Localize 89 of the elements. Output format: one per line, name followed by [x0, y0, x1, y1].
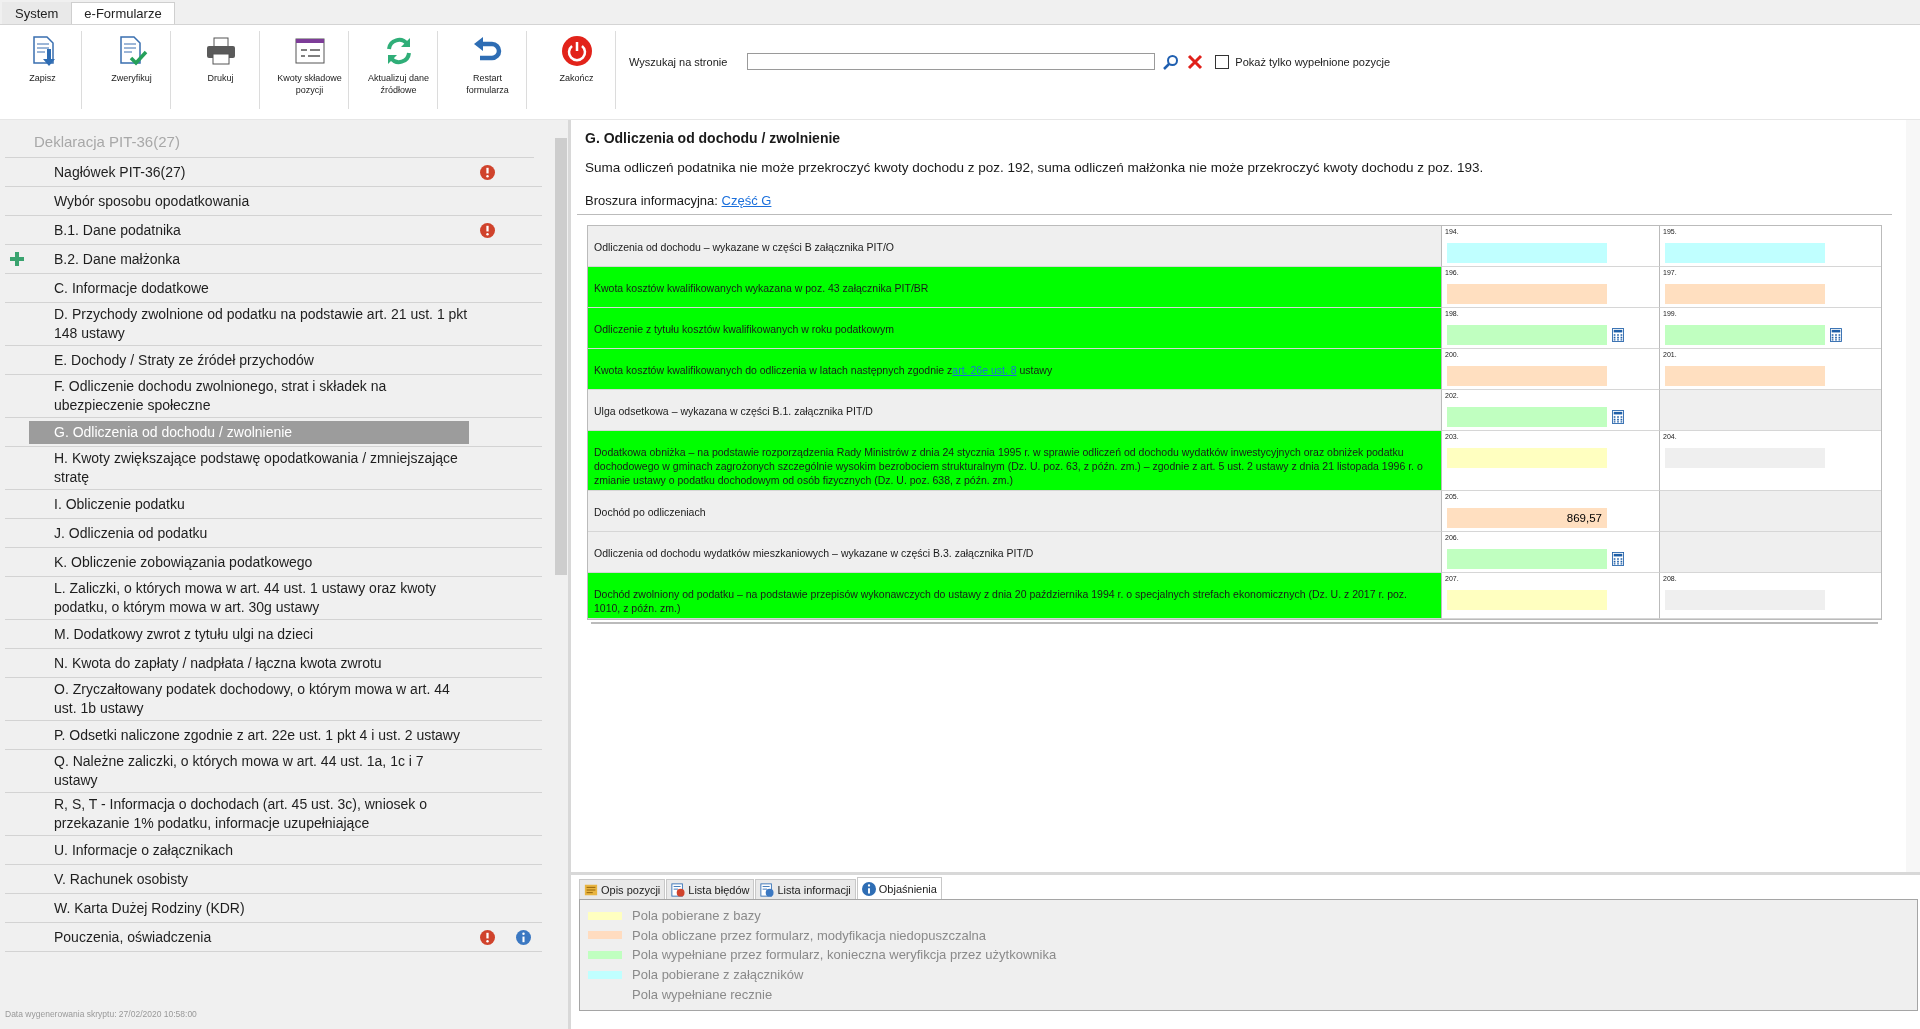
input-field[interactable]: [1447, 243, 1607, 263]
sidebar-item[interactable]: M. Dodatkowy zwrot z tytułu ulgi na dzieci: [29, 622, 469, 646]
sidebar-item[interactable]: F. Odliczenie dochodu zwolnionego, strat i składek na ubezpieczenie społeczne: [29, 375, 469, 417]
checkbox[interactable]: [1215, 54, 1230, 69]
scrollbar[interactable]: [1906, 120, 1920, 872]
input-field[interactable]: [1447, 549, 1607, 569]
legend-text: Pola obliczane przez formularz, modyfikacja niedopuszczalna: [632, 927, 987, 943]
search-field[interactable]: [747, 53, 1156, 70]
legend-text: Pola wypełniane przez formularz, konieczna weryfikcja przez użytkownika: [632, 947, 1057, 963]
window-form-icon: [293, 35, 326, 67]
input-field[interactable]: [1447, 366, 1607, 386]
field-label: Odliczenie z tytułu kosztów kwalifikowanych w roku podatkowym: [588, 308, 1441, 349]
sidebar-title: Deklaracja PIT-36(27): [5, 124, 534, 158]
legend-text: Pola pobierane z bazy: [632, 908, 761, 924]
toolbar-button[interactable]: Zapisz: [4, 31, 82, 109]
info-icon: [861, 881, 876, 896]
brochure-label: Broszura informacyjna:: [585, 193, 718, 208]
toolbar-button[interactable]: Restart formularza: [449, 31, 527, 109]
input-field[interactable]: 869,57: [1447, 508, 1607, 528]
notes-icon: [584, 882, 598, 897]
sidebar-item[interactable]: N. Kwota do zapłaty / nadpłata / łączna kwota zwrotu: [29, 651, 469, 675]
sidebar-item[interactable]: W. Karta Dużej Rodziny (KDR): [29, 896, 469, 920]
sidebar-item[interactable]: Nagłówek PIT-36(27): [29, 160, 469, 184]
menu-tab[interactable]: System: [2, 2, 72, 24]
sidebar-item[interactable]: R, S, T - Informacja o dochodach (art. 45 ust. 3c), wniosek o przekazanie 1% podatku, informacje uzupełniające: [29, 793, 469, 835]
search-label: Wyszukaj na stronie: [629, 55, 728, 68]
input-field[interactable]: [1447, 325, 1607, 345]
calculator-icon[interactable]: [1612, 410, 1624, 424]
input-field[interactable]: [1665, 325, 1825, 345]
menu-tab[interactable]: e-Formularze: [71, 2, 175, 24]
toolbar-button[interactable]: Zakończ: [538, 31, 616, 109]
list-info-icon: [760, 882, 775, 897]
field-label: Dochód zwolniony od podatku – na podstawie przepisów wykonawczych do ustawy z dnia 20 października 1994 r. o specjalnych strefach ekonomicznych (Dz. U. z 2017 r. poz. 1010, z późn. zm.): [588, 573, 1441, 619]
sidebar-item[interactable]: Wybór sposobu opodatkowania: [29, 189, 469, 213]
field-label: Dodatkowa obniżka – na podstawie rozporządzenia Rady Ministrów z dnia 24 stycznia 1995 r. w sprawie odliczeń od dochodu wydatków inwestycyjnych oraz obniżek podatku dochodowego w gminach zagrożonych szczególnie wysokim bezrobociem strukturalnym (Dz. U. poz. 63, z późn. zm.) – zgodnie z art. 5 ust. 2 ustawy z dnia 21 listopada 1996 r. o zmianie ustawy o podatku dochodowym od osób fizycznych (Dz. U. poz. 638, z późn. zm.): [588, 431, 1441, 491]
input-field[interactable]: [1665, 284, 1825, 304]
sidebar-item[interactable]: O. Zryczałtowany podatek dochodowy, o którym mowa w art. 44 ust. 1b ustawy: [29, 678, 469, 720]
calculator-icon[interactable]: [1830, 328, 1842, 342]
input-field[interactable]: [1447, 448, 1607, 468]
toolbar-button[interactable]: Zweryfikuj: [93, 31, 171, 109]
field-label: Kwota kosztów kwalifikowanych do odliczenia w latach następnych zgodnie zart. 26e ust. 8 ustawy: [588, 349, 1441, 390]
field-label: Dochód po odliczeniach: [588, 491, 1441, 532]
legend-text: Pola wypełniane recznie: [632, 986, 773, 1002]
toolbar-button[interactable]: Aktualizuj dane źródłowe: [360, 31, 438, 109]
section-note: Suma odliczeń podatnika nie może przekroczyć kwoty dochodu z poz. 192, suma odliczeń małżonka nie może przekroczyć kwoty dochodu z poz. 193.: [584, 159, 1485, 175]
input-field[interactable]: [1665, 366, 1825, 386]
sidebar-item[interactable]: H. Kwoty zwiększające podstawę opodatkowania / zmniejszające stratę: [29, 447, 469, 489]
checkbox-label: Pokaż tylko wypełnione pozycje: [1235, 55, 1391, 68]
sidebar-item[interactable]: B.2. Dane małżonka: [29, 247, 469, 271]
toolbar-button[interactable]: Drukuj: [182, 31, 260, 109]
clear-icon[interactable]: [1187, 53, 1204, 70]
sidebar-item[interactable]: E. Dochody / Straty ze źródeł przychodów: [29, 348, 469, 372]
list-error-icon: [671, 882, 686, 897]
input-field[interactable]: [1447, 407, 1607, 427]
field-label: Ulga odsetkowa – wykazana w części B.1. załącznika PIT/D: [588, 390, 1441, 431]
input-field[interactable]: [1665, 243, 1825, 263]
sidebar-item[interactable]: K. Obliczenie zobowiązania podatkowego: [29, 550, 469, 574]
sidebar-item[interactable]: D. Przychody zwolnione od podatku na podstawie art. 21 ust. 1 pkt 148 ustawy: [29, 303, 469, 345]
sidebar-item[interactable]: Q. Należne zaliczki, o których mowa w art. 44 ust. 1a, 1c i 7 ustawy: [29, 750, 469, 792]
toolbar-button[interactable]: Kwoty składowe pozycji: [271, 31, 349, 109]
printer-icon: [204, 35, 237, 67]
sidebar-item[interactable]: C. Informacje dodatkowe: [29, 276, 469, 300]
plus-icon[interactable]: [10, 252, 24, 266]
sidebar-item[interactable]: U. Informacje o załącznikach: [29, 838, 469, 862]
input-field[interactable]: [1447, 284, 1607, 304]
calculator-icon[interactable]: [1612, 328, 1624, 342]
panel-tab[interactable]: Lista informacji: [755, 879, 856, 899]
panel-tab[interactable]: Lista błędów: [666, 879, 755, 899]
sidebar-item[interactable]: P. Odsetki naliczone zgodnie z art. 22e ust. 1 pkt 4 i ust. 2 ustawy: [29, 723, 469, 747]
legend-text: Pola pobierane z załączników: [632, 967, 804, 983]
field-label: Odliczenia od dochodu wydatków mieszkaniowych – wykazane w części B.3. załącznika PIT/D: [588, 532, 1441, 573]
brochure-link[interactable]: Część G: [721, 193, 772, 208]
generation-date: Data wygenerowania skryptu: 27/02/2020 10:58:00: [4, 1008, 198, 1021]
section-title: G. Odliczenia od dochodu / zwolnienie: [584, 130, 842, 146]
search-icon[interactable]: [1163, 53, 1180, 70]
panel-tab[interactable]: Objaśnienia: [856, 877, 942, 899]
panel-tab[interactable]: Opis pozycji: [579, 879, 666, 899]
sidebar-item[interactable]: J. Odliczenia od podatku: [29, 521, 469, 545]
sidebar-item[interactable]: L. Zaliczki, o których mowa w art. 44 ust. 1 ustawy oraz kwoty podatku, o którym mowa w art. 30g ustawy: [29, 577, 469, 619]
sidebar-item[interactable]: Pouczenia, oświadczenia: [29, 925, 469, 949]
input-field[interactable]: [1447, 590, 1607, 610]
article-link[interactable]: art. 26e ust. 8: [952, 364, 1017, 376]
field-label: Kwota kosztów kwalifikowanych wykazana w poz. 43 załącznika PIT/BR: [588, 267, 1441, 308]
power-icon: [560, 35, 593, 67]
sidebar-item[interactable]: B.1. Dane podatnika: [29, 218, 469, 242]
sidebar-item[interactable]: I. Obliczenie podatku: [29, 492, 469, 516]
sidebar-item[interactable]: V. Rachunek osobisty: [29, 867, 469, 891]
field-label: Odliczenia od dochodu – wykazane w części B załącznika PIT/O: [588, 226, 1441, 267]
calculator-icon[interactable]: [1612, 552, 1624, 566]
